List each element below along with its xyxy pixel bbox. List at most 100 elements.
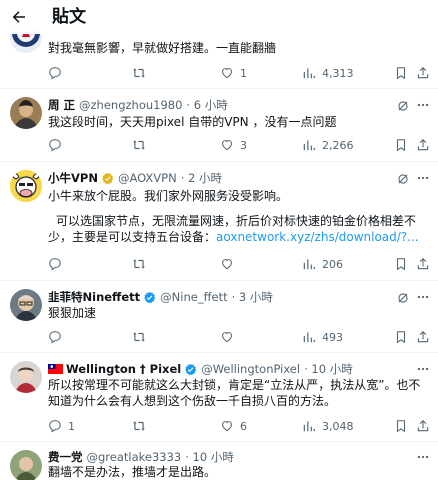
tweet-time[interactable]: · 10 小時 [185,449,234,465]
tweet-text-paragraph-2: 可以选国家节点，无限流量网速，折后价对标快速的铂金价格相差不少，主要是可以支持五… [48,213,424,245]
like-button[interactable]: 1 [220,64,247,82]
avatar[interactable] [10,289,42,321]
author-handle[interactable]: @Nine_ffett [160,290,227,304]
avatar[interactable] [10,450,42,480]
reply-button[interactable] [48,255,62,273]
like-button[interactable]: 3 [220,136,247,154]
grok-button[interactable] [396,98,410,112]
tweet-time[interactable]: · 2 小時 [181,170,222,186]
author-name[interactable]: 韭菲特Nineffett [48,289,140,305]
reply-button[interactable]: 1 [48,417,75,435]
author-name[interactable]: 小牛VPN [48,170,98,186]
like-count: 3 [240,138,247,152]
share-icon [417,420,429,432]
tweet-2[interactable]: 小牛VPN @AOXVPN · 2 小時 小牛来放个屁股。我们家外网服务没受影响… [0,162,438,281]
bookmark-icon [396,420,406,433]
retweet-icon [133,332,145,342]
more-icon [417,295,429,299]
retweet-button[interactable] [132,255,146,273]
author-name[interactable]: 费一党 [48,449,83,465]
reply-icon [49,420,61,433]
tweet-header: Wellington † Pixel @WellingtonPixel · 10… [48,361,430,377]
share-button[interactable] [416,328,430,346]
views-button[interactable]: 3,048 [302,417,354,435]
retweet-icon [133,140,145,150]
more-button[interactable] [416,171,430,185]
tweet-time[interactable]: · 3 小時 [232,289,273,305]
retweet-button[interactable] [132,328,146,346]
like-button[interactable]: 6 [220,417,247,435]
bookmark-icon [396,67,406,80]
reply-icon [49,139,61,152]
bookmark-button[interactable] [394,255,408,273]
back-button[interactable] [8,6,30,28]
grok-button[interactable] [396,171,410,185]
author-name[interactable]: Wellington † Pixel [66,362,181,376]
tweet-1[interactable]: 周 正 @zhengzhou1980 · 6 小時 我这段时间，天天用pixel… [0,89,438,162]
tweet-time[interactable]: · 6 小時 [186,97,227,113]
author-handle[interactable]: @WellingtonPixel [201,362,300,376]
share-icon [417,67,429,79]
more-button[interactable] [416,362,430,376]
views-button[interactable]: 4,313 [302,64,354,82]
taiwan-flag-icon [48,364,63,374]
tweet-actions: 1 6 3,048 [44,417,430,435]
reply-button[interactable] [48,136,62,154]
bookmark-icon [396,258,406,271]
more-button[interactable] [416,450,430,464]
share-button[interactable] [416,136,430,154]
bookmark-button[interactable] [394,64,408,82]
top-bar: 貼文 [0,0,438,34]
views-count: 4,313 [322,66,354,80]
tweet-link[interactable]: aoxnetwork.xyz/zhs/download/?... [216,230,419,244]
grok-button[interactable] [396,290,410,304]
arrow-left-icon [12,11,25,23]
more-button[interactable] [416,98,430,112]
views-count: 493 [322,330,343,344]
share-button[interactable] [416,64,430,82]
retweet-icon [133,68,145,78]
bookmark-icon [396,331,406,344]
tweet-time[interactable]: · 10 小時 [304,361,353,377]
views-icon [303,68,315,79]
views-button[interactable]: 493 [302,328,343,346]
author-handle[interactable]: @zhengzhou1980 [79,98,182,112]
author-name[interactable]: 周 正 [48,97,75,113]
author-handle[interactable]: @greatlake3333 [87,450,182,464]
tweet-text: 翻墙不是办法，推墙才是出路。 [48,465,217,479]
views-button[interactable]: 2,266 [302,136,354,154]
verified-badge-icon [143,291,156,304]
bookmark-button[interactable] [394,136,408,154]
reply-button[interactable] [48,328,62,346]
avatar[interactable] [10,97,42,129]
grok-icon [398,174,408,184]
tweet-5[interactable]: 费一党 @greatlake3333 · 10 小時 翻墙不是办法，推墙才是出路… [0,442,438,480]
author-handle[interactable]: @AOXVPN [118,171,177,185]
bookmark-button[interactable] [394,328,408,346]
more-icon [417,103,429,107]
share-icon [417,139,429,151]
share-button[interactable] [416,255,430,273]
tweet-4[interactable]: Wellington † Pixel @WellingtonPixel · 10… [0,353,438,442]
tweet-header: 小牛VPN @AOXVPN · 2 小時 [48,170,430,186]
tweet-3[interactable]: 韭菲特Nineffett @Nine_ffett · 3 小時 狠狠加速 493 [0,281,438,353]
retweet-icon [133,259,145,269]
reply-icon [49,258,61,271]
avatar[interactable] [10,31,42,53]
retweet-button[interactable] [132,64,146,82]
views-icon [303,332,315,343]
like-button[interactable] [220,328,234,346]
avatar[interactable] [10,170,42,202]
verified-badge-icon [184,363,197,376]
share-button[interactable] [416,417,430,435]
bookmark-button[interactable] [394,417,408,435]
bookmark-icon [396,139,406,152]
retweet-button[interactable] [132,417,146,435]
views-button[interactable]: 206 [302,255,343,273]
more-button[interactable] [416,290,430,304]
retweet-button[interactable] [132,136,146,154]
reply-button[interactable] [48,64,62,82]
avatar[interactable] [10,361,42,393]
tweet-text: 所以按常理不可能就这么大封锁，肯定是“立法从严，执法从宽”。也不知道为什么会有人… [48,378,421,408]
like-button[interactable] [220,255,234,273]
